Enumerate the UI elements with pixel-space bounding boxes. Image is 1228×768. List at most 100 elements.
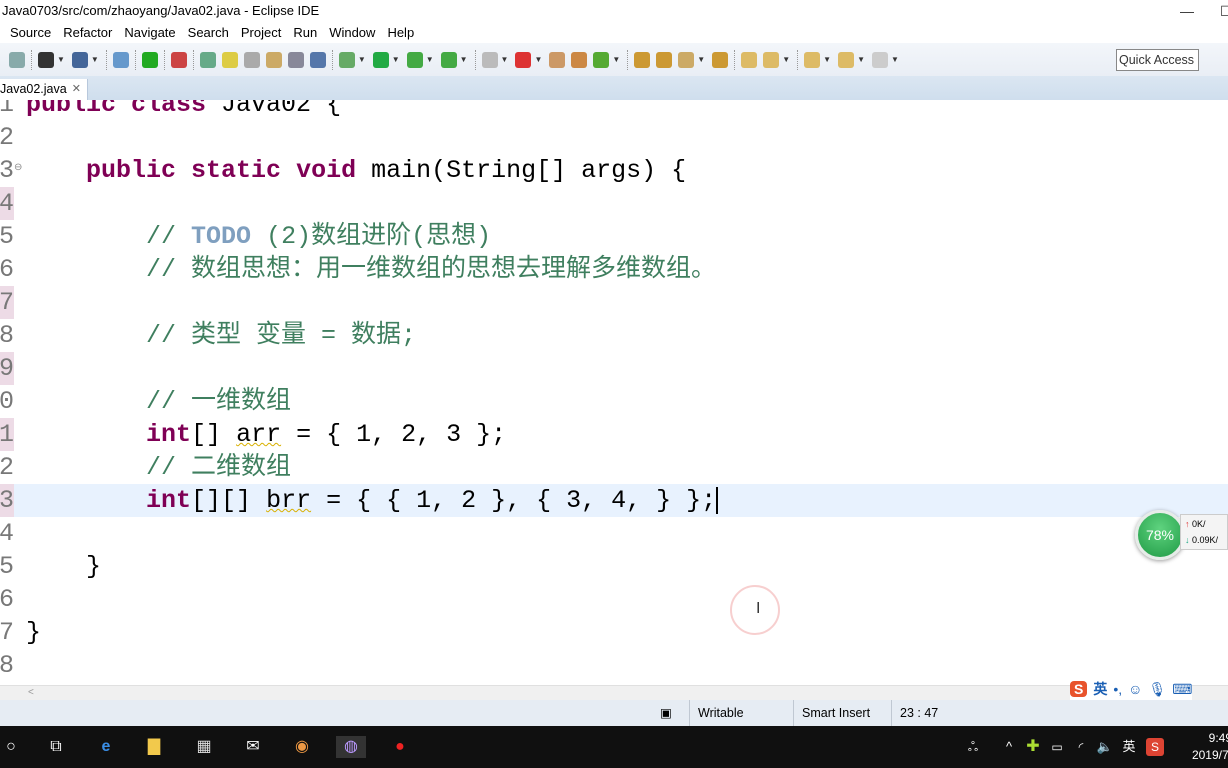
menu-refactor[interactable]: Refactor xyxy=(63,25,112,40)
pin-icon[interactable] xyxy=(678,51,695,68)
menu-run[interactable]: Run xyxy=(293,25,317,40)
open-task-icon[interactable] xyxy=(656,51,673,68)
menu-navigate[interactable]: Navigate xyxy=(124,25,175,40)
keyboard-icon[interactable]: ⌨ xyxy=(1172,681,1192,698)
code-line[interactable]: 1 public class Java02 { xyxy=(0,100,1228,121)
dropdown-arrow-icon[interactable]: ▼ xyxy=(697,55,705,64)
ant-icon[interactable] xyxy=(549,51,566,68)
code-line[interactable]: 14 xyxy=(0,517,1228,550)
dropdown-arrow-icon[interactable]: ▼ xyxy=(823,55,831,64)
stop-icon[interactable] xyxy=(481,51,498,68)
code-line[interactable]: 9 xyxy=(0,352,1228,385)
code-editor[interactable]: 1 public class Java02 {2 3 ⊖ public static … xyxy=(0,100,1228,685)
menu-help[interactable]: Help xyxy=(387,25,414,40)
back-history-icon[interactable] xyxy=(838,51,855,68)
store-icon[interactable]: ▦ xyxy=(193,736,215,758)
external-tools-icon[interactable] xyxy=(515,51,532,68)
code-line[interactable]: 5 // TODO (2)数组进阶(思想) xyxy=(0,220,1228,253)
menu-window[interactable]: Window xyxy=(329,25,375,40)
sogou-logo-icon[interactable]: S xyxy=(1070,681,1088,697)
console-icon[interactable] xyxy=(71,51,88,68)
menu-project[interactable]: Project xyxy=(241,25,281,40)
code-line[interactable]: 17} xyxy=(0,616,1228,649)
open-type-icon[interactable] xyxy=(265,51,282,68)
code-line[interactable]: 2 xyxy=(0,121,1228,154)
scroll-left-icon[interactable]: < xyxy=(28,687,34,698)
quick-access-input[interactable]: Quick Access xyxy=(1116,49,1199,71)
wifi-icon[interactable]: ◜ xyxy=(1070,736,1092,758)
dropdown-arrow-icon[interactable]: ▼ xyxy=(392,55,400,64)
pen-icon[interactable] xyxy=(221,51,238,68)
dropdown-arrow-icon[interactable]: ▼ xyxy=(501,55,509,64)
minimize-button[interactable]: — xyxy=(1180,0,1194,22)
back-icon[interactable] xyxy=(804,51,821,68)
code-line[interactable]: 11 int[] arr = { 1, 2, 3 }; xyxy=(0,418,1228,451)
run-as-icon[interactable] xyxy=(406,51,423,68)
people-icon[interactable]: ஃ xyxy=(962,736,984,758)
gear-icon[interactable] xyxy=(243,51,260,68)
debug-config-icon[interactable] xyxy=(199,51,216,68)
skip-breakpoints-icon[interactable] xyxy=(112,51,129,68)
tab-java02-java[interactable]: Java02.java ✕ xyxy=(0,79,88,100)
file-icon[interactable] xyxy=(287,51,304,68)
menu-search[interactable]: Search xyxy=(188,25,229,40)
dropdown-arrow-icon[interactable]: ▼ xyxy=(426,55,434,64)
forward-icon[interactable] xyxy=(871,51,888,68)
eclipse-icon[interactable]: ◍ xyxy=(336,736,366,758)
ime-punct-toggle[interactable]: •, xyxy=(1113,681,1122,697)
chrome-icon[interactable]: ◉ xyxy=(291,736,313,758)
build-status-icon[interactable]: ▣ xyxy=(660,700,672,726)
code-line[interactable]: 6 // 数组思想：用一维数组的思想去理解多维数组。 xyxy=(0,253,1228,286)
search-icon[interactable] xyxy=(712,51,729,68)
dropdown-arrow-icon[interactable]: ▼ xyxy=(534,55,542,64)
show-hidden-icons[interactable]: ^ xyxy=(998,736,1020,758)
battery-icon[interactable]: ▭ xyxy=(1046,736,1068,758)
next-annotation-icon[interactable] xyxy=(741,51,758,68)
pilcrow-icon[interactable] xyxy=(309,51,326,68)
new-icon[interactable] xyxy=(593,51,610,68)
code-line[interactable]: 15 } xyxy=(0,550,1228,583)
code-line[interactable]: 10 // 一维数组 xyxy=(0,385,1228,418)
dropdown-arrow-icon[interactable]: ▼ xyxy=(57,55,65,64)
search-icon[interactable]: ○ xyxy=(0,736,22,758)
debug-icon[interactable] xyxy=(338,51,355,68)
refresh-icon[interactable] xyxy=(170,51,187,68)
ime-lang-toggle[interactable]: 英 xyxy=(1093,679,1107,699)
maximize-button[interactable]: ☐ xyxy=(1220,0,1228,22)
dropdown-arrow-icon[interactable]: ▼ xyxy=(891,55,899,64)
network-monitor-widget[interactable]: 78% xyxy=(1135,510,1185,560)
spring-boot-icon[interactable] xyxy=(141,51,158,68)
system-clock[interactable]: 9:49 2019/7/ xyxy=(1182,730,1228,764)
code-line[interactable]: 16 xyxy=(0,583,1228,616)
save-all-icon[interactable] xyxy=(9,51,25,68)
package-icon[interactable] xyxy=(571,51,588,68)
run-icon[interactable] xyxy=(372,51,389,68)
microphone-icon[interactable]: 🎙 xyxy=(1148,681,1166,698)
code-line[interactable]: 8 // 类型 变量 = 数据; xyxy=(0,319,1228,352)
emoji-icon[interactable]: ☺ xyxy=(1128,681,1142,697)
dropdown-arrow-icon[interactable]: ▼ xyxy=(612,55,620,64)
open-folder-icon[interactable] xyxy=(634,51,651,68)
mail-icon[interactable]: ✉ xyxy=(242,736,264,758)
input-language[interactable]: 英 xyxy=(1118,736,1140,758)
menu-source[interactable]: Source xyxy=(10,25,51,40)
fold-toggle-icon[interactable]: ⊖ xyxy=(14,154,22,184)
close-tab-icon[interactable]: ✕ xyxy=(72,79,81,100)
recorder-icon[interactable]: ● xyxy=(389,736,411,758)
horizontal-scrollbar[interactable]: < xyxy=(0,685,1228,700)
code-line[interactable]: 7 xyxy=(0,286,1228,319)
code-line[interactable]: 3 ⊖ public static void main(String[] args… xyxy=(0,154,1228,187)
task-view-icon[interactable]: ⧉ xyxy=(45,736,67,758)
dropdown-arrow-icon[interactable]: ▼ xyxy=(857,55,865,64)
edge-browser-icon[interactable]: e xyxy=(95,736,117,758)
security-icon[interactable]: ✚ xyxy=(1022,736,1044,758)
sogou-tray-icon[interactable]: S xyxy=(1146,738,1164,756)
file-explorer-icon[interactable]: ▇ xyxy=(143,736,165,758)
profile-icon[interactable] xyxy=(38,51,54,68)
coverage-icon[interactable] xyxy=(440,51,457,68)
volume-icon[interactable]: 🔈 xyxy=(1094,736,1116,758)
code-line[interactable]: 12 // 二维数组 xyxy=(0,451,1228,484)
code-line[interactable]: 18 xyxy=(0,649,1228,682)
prev-annotation-icon[interactable] xyxy=(763,51,780,68)
dropdown-arrow-icon[interactable]: ▼ xyxy=(358,55,366,64)
